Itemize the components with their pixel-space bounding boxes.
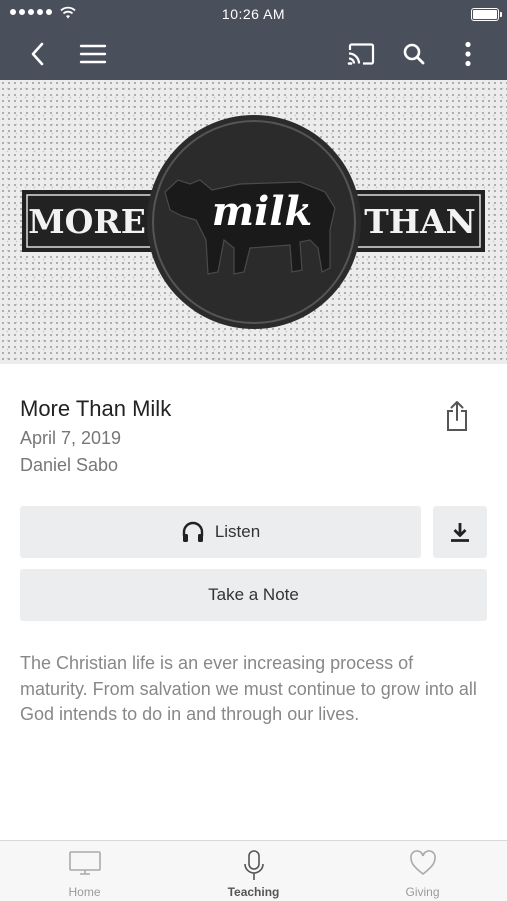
tab-teaching-label: Teaching (227, 885, 280, 899)
take-a-note-label: Take a Note (208, 585, 299, 604)
hero-left-word: MORE (28, 202, 146, 241)
listen-button[interactable]: Listen (20, 506, 421, 558)
microphone-icon (169, 850, 338, 882)
bottom-tab-bar: Home Teaching Giving (0, 840, 507, 901)
sermon-title: More Than Milk (20, 396, 172, 421)
more-vertical-icon (465, 41, 471, 67)
tab-home-label: Home (68, 885, 101, 899)
status-time: 10:26 AM (221, 6, 286, 22)
sermon-speaker: Daniel Sabo (20, 455, 119, 475)
tab-teaching[interactable]: Teaching (169, 841, 338, 901)
share-icon (447, 401, 467, 431)
search-icon (403, 43, 425, 65)
sermon-date: April 7, 2019 (20, 428, 122, 448)
hamburger-menu-icon (79, 44, 107, 64)
headphones-icon (181, 521, 205, 543)
search-button[interactable] (396, 36, 432, 72)
hero-center-word: milk (212, 188, 312, 235)
monitor-icon (0, 850, 169, 876)
menu-button[interactable] (75, 36, 111, 72)
listen-label: Listen (214, 522, 261, 541)
tab-giving[interactable]: Giving (338, 841, 507, 901)
sermon-artwork: MORE THAN milk (0, 80, 507, 364)
sermon-description: The Christian life is an ever increasing… (20, 653, 477, 724)
download-icon (451, 523, 469, 542)
back-button[interactable] (20, 36, 56, 72)
tab-giving-label: Giving (405, 885, 440, 899)
take-a-note-button[interactable]: Take a Note (20, 569, 487, 621)
top-nav-bar (0, 28, 507, 80)
hero-right-word: THAN (364, 202, 476, 241)
cast-icon (347, 43, 375, 65)
cast-button[interactable] (343, 36, 379, 72)
heart-icon (338, 850, 507, 876)
download-button[interactable] (433, 506, 487, 558)
chevron-left-icon (31, 42, 44, 66)
share-button[interactable] (438, 396, 476, 436)
battery-icon (471, 8, 502, 21)
more-options-button[interactable] (450, 36, 486, 72)
tab-home[interactable]: Home (0, 841, 169, 901)
status-bar: 10:26 AM (0, 0, 507, 28)
